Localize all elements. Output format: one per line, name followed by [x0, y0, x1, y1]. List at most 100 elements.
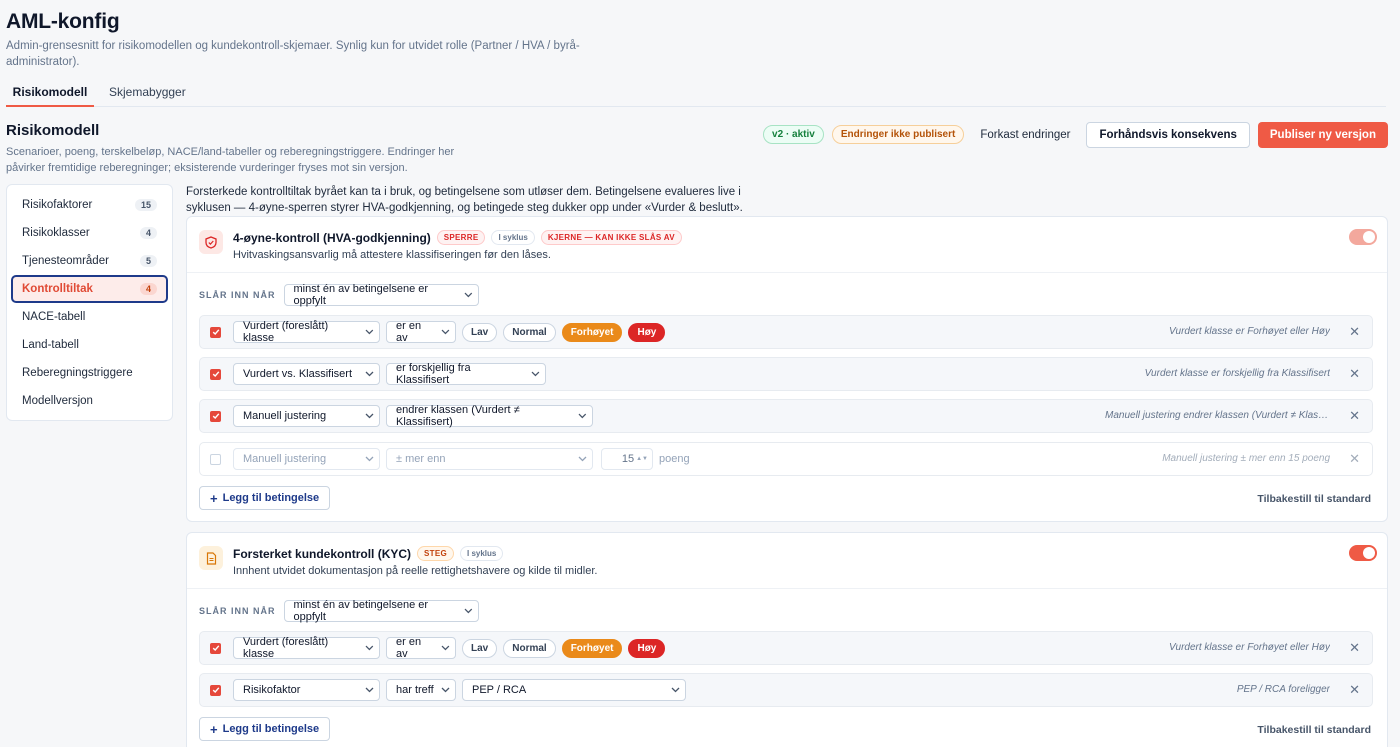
add-condition-label: Legg til betingelse — [222, 723, 320, 735]
card-subtitle: Hvitvaskingsansvarlig må attestere klass… — [233, 249, 551, 261]
field-select[interactable]: Vurdert (foreslått) klasse — [233, 320, 380, 344]
shield-icon — [199, 230, 223, 254]
close-icon[interactable]: ✕ — [1349, 366, 1360, 382]
chip-normal[interactable]: Normal — [503, 638, 556, 658]
sidebar-item-kontrolltiltak[interactable]: Kontrolltiltak 4 — [11, 275, 168, 303]
section-title: Risikomodell — [6, 122, 100, 139]
chevron-down-icon — [441, 687, 450, 693]
sidebar-item-risikofaktorer[interactable]: Risikofaktorer 15 — [11, 191, 168, 219]
sidebar-item-label: Reberegningstriggere — [22, 367, 133, 379]
condition-summary: Manuell justering ± mer enn 15 poeng — [1162, 453, 1330, 464]
chevron-down-icon — [365, 413, 374, 419]
close-icon[interactable]: ✕ — [1349, 408, 1360, 424]
field-select[interactable]: Manuell justering — [233, 405, 380, 427]
value-select[interactable]: PEP / RCA — [462, 679, 686, 701]
count-badge: 5 — [139, 255, 157, 267]
tab-skjemabygger[interactable]: Skjemabygger — [109, 80, 186, 107]
condition-summary: Manuell justering endrer klassen (Vurder… — [1105, 410, 1330, 421]
condition-summary: PEP / RCA foreligger — [1236, 684, 1330, 695]
chip-forhoyet[interactable]: Forhøyet — [561, 322, 623, 342]
condition-checkbox[interactable] — [210, 410, 221, 422]
operator-select[interactable]: er en av — [386, 320, 456, 344]
chip-hoy[interactable]: Høy — [628, 638, 666, 658]
number-stepper[interactable]: ▲▼ — [636, 456, 648, 462]
chevron-down-icon — [441, 645, 450, 651]
sidebar-item-reberegningstriggere[interactable]: Reberegningstriggere — [11, 359, 168, 387]
chip-normal[interactable]: Normal — [503, 322, 556, 342]
unpublished-badge: Endringer ikke publisert — [831, 125, 965, 144]
sidebar-item-tjenesteomrader[interactable]: Tjenesteområder 5 — [11, 247, 168, 275]
select-value: Manuell justering — [243, 453, 327, 465]
trigger-label: SLÅR INN NÅR — [199, 290, 276, 300]
condition-checkbox[interactable] — [210, 326, 221, 338]
publish-version-button[interactable]: Publiser ny versjon — [1257, 121, 1388, 148]
select-value: PEP / RCA — [472, 684, 527, 696]
trigger-row: SLÅR INN NÅR minst én av betingelsene er… — [199, 599, 479, 623]
sidebar-item-land-tabell[interactable]: Land-tabell — [11, 331, 168, 359]
tag-sperre: SPERRE — [436, 230, 486, 245]
check-icon — [212, 687, 219, 694]
sidebar-item-risikoklasser[interactable]: Risikoklasser 4 — [11, 219, 168, 247]
operator-select[interactable]: ± mer enn — [386, 448, 593, 470]
operator-select[interactable]: er en av — [386, 636, 456, 660]
condition-checkbox[interactable] — [210, 453, 221, 465]
chip-lav[interactable]: Lav — [462, 322, 498, 342]
sidebar-item-label: Risikoklasser — [22, 227, 90, 239]
discard-changes-button[interactable]: Forkast endringer — [972, 129, 1078, 141]
field-select[interactable]: Vurdert vs. Klassifisert — [233, 363, 380, 385]
chevron-down-icon — [365, 687, 374, 693]
threshold-input[interactable]: 15 ▲▼ — [601, 448, 653, 470]
select-value: har treff — [396, 684, 434, 696]
card-subtitle: Innhent utvidet dokumentasjon på reelle … — [233, 565, 598, 577]
reset-to-default-link[interactable]: Tilbakestill til standard — [1257, 493, 1371, 505]
field-select[interactable]: Risikofaktor — [233, 679, 380, 701]
preview-consequence-button[interactable]: Forhåndsvis konsekvens — [1086, 121, 1250, 148]
chip-forhoyet[interactable]: Forhøyet — [561, 638, 623, 658]
control-card-4-eyes: 4-øyne-kontroll (HVA-godkjenning) SPERRE… — [186, 216, 1388, 522]
condition-checkbox[interactable] — [210, 642, 221, 654]
operator-select[interactable]: endrer klassen (Vurdert ≠ Klassifisert) — [386, 404, 593, 428]
chip-lav[interactable]: Lav — [462, 638, 498, 658]
add-condition-button[interactable]: + Legg til betingelse — [199, 486, 331, 510]
enable-toggle[interactable] — [1349, 545, 1377, 561]
operator-select[interactable]: er forskjellig fra Klassifisert — [386, 362, 546, 386]
reset-to-default-link[interactable]: Tilbakestill til standard — [1257, 724, 1371, 736]
select-value: minst én av betingelsene er oppfylt — [293, 283, 429, 307]
check-icon — [212, 371, 219, 378]
trigger-select[interactable]: minst én av betingelsene er oppfylt — [283, 599, 479, 623]
chevron-down-icon — [578, 413, 587, 419]
sidebar-item-label: Risikofaktorer — [22, 199, 93, 211]
close-icon[interactable]: ✕ — [1349, 324, 1360, 340]
enable-toggle[interactable] — [1349, 229, 1377, 245]
close-icon[interactable]: ✕ — [1349, 451, 1360, 467]
sidebar-item-label: Land-tabell — [22, 339, 79, 351]
chip-hoy[interactable]: Høy — [628, 322, 666, 342]
chevron-down-icon — [365, 371, 374, 377]
card-header: 4-øyne-kontroll (HVA-godkjenning) SPERRE… — [187, 217, 1387, 273]
chevron-down-icon — [441, 329, 450, 335]
sidebar-item-nace-tabell[interactable]: NACE-tabell — [11, 303, 168, 331]
select-value: Vurdert vs. Klassifisert — [243, 368, 353, 380]
select-value: er forskjellig fra Klassifisert — [396, 362, 471, 386]
tab-risikomodell[interactable]: Risikomodell — [6, 80, 94, 107]
condition-checkbox[interactable] — [210, 684, 221, 696]
sidebar-item-modellversjon[interactable]: Modellversjon — [11, 387, 168, 415]
add-condition-button[interactable]: + Legg til betingelse — [199, 717, 331, 741]
field-select[interactable]: Vurdert (foreslått) klasse — [233, 636, 380, 660]
tag-i-syklus: I syklus — [491, 230, 535, 245]
app-subtitle: Admin-grensesnitt for risikomodellen og … — [6, 40, 580, 68]
trigger-select[interactable]: minst én av betingelsene er oppfylt — [283, 283, 479, 307]
sidebar-item-label: Modellversjon — [22, 395, 93, 407]
condition-checkbox[interactable] — [210, 368, 221, 380]
sidebar-item-label: Tjenesteområder — [22, 255, 109, 267]
app-title: AML-konfig — [6, 10, 120, 33]
operator-select[interactable]: har treff — [386, 679, 456, 701]
close-icon[interactable]: ✕ — [1349, 640, 1360, 656]
select-value: Risikofaktor — [243, 684, 301, 696]
field-select[interactable]: Manuell justering — [233, 448, 380, 470]
close-icon[interactable]: ✕ — [1349, 682, 1360, 698]
trigger-label: SLÅR INN NÅR — [199, 606, 276, 616]
check-icon — [212, 329, 219, 336]
count-badge: 4 — [139, 283, 157, 295]
condition-summary: Vurdert klasse er forskjellig fra Klassi… — [1144, 368, 1330, 379]
